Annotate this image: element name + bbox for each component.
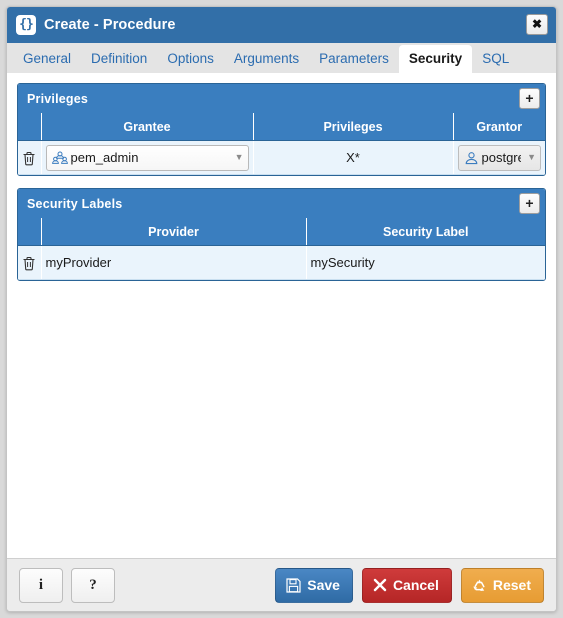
privileges-header-grantor: Grantor (453, 113, 545, 141)
close-icon (373, 578, 387, 592)
security-label-value[interactable]: mySecurity (306, 245, 545, 280)
save-icon (286, 577, 301, 593)
security-labels-header-provider: Provider (41, 218, 307, 246)
recycle-icon (472, 578, 487, 593)
grantee-select[interactable]: pem_admin ▼ (45, 144, 249, 171)
close-icon[interactable]: ✖ (526, 14, 548, 35)
trash-icon[interactable] (22, 256, 36, 271)
privileges-value[interactable]: X* (253, 140, 454, 175)
tab-arguments[interactable]: Arguments (224, 45, 309, 73)
delete-privilege-cell[interactable] (18, 140, 42, 175)
security-labels-header-delete (18, 218, 42, 246)
reset-button[interactable]: Reset (460, 567, 544, 603)
privileges-panel-header: Privileges + (18, 84, 545, 113)
reset-label: Reset (492, 577, 531, 593)
dialog-title: Create - Procedure (44, 17, 176, 33)
braces-icon: {} (16, 15, 36, 35)
tab-definition[interactable]: Definition (81, 45, 157, 73)
dialog-titlebar: {} Create - Procedure ✖ (7, 7, 556, 43)
security-labels-header-row: Provider Security Label (18, 218, 545, 246)
privileges-panel-title: Privileges (27, 91, 89, 106)
chevron-down-icon[interactable]: ▼ (521, 153, 536, 162)
tab-options[interactable]: Options (157, 45, 224, 73)
grantor-cell: postgres ▼ (453, 140, 545, 175)
security-tab-panel: Privileges + Grantee Privileges Grantor (7, 73, 556, 558)
security-labels-panel-header: Security Labels + (18, 189, 545, 218)
privileges-table: Grantee Privileges Grantor pem_admin ▼ X… (18, 113, 545, 175)
cancel-label: Cancel (392, 577, 439, 593)
security-labels-table: Provider Security Label myProvider mySec… (18, 218, 545, 280)
add-security-label-button[interactable]: + (519, 193, 540, 214)
info-button[interactable]: i (19, 567, 63, 603)
tab-sql[interactable]: SQL (472, 45, 519, 73)
tab-security[interactable]: Security (398, 45, 473, 73)
grantor-value: postgres (481, 150, 522, 165)
help-button[interactable]: ? (71, 567, 115, 603)
table-row: pem_admin ▼ X* postgr ▼ (18, 140, 545, 175)
save-button[interactable]: Save (275, 567, 353, 603)
tab-parameters[interactable]: Parameters (309, 45, 399, 73)
user-icon (464, 151, 479, 165)
chevron-down-icon[interactable]: ▼ (229, 153, 244, 162)
privileges-header-privileges: Privileges (253, 113, 454, 141)
provider-value[interactable]: myProvider (41, 245, 307, 280)
add-privilege-button[interactable]: + (519, 88, 540, 109)
dialog-footer: i ? Save Cancel Reset (7, 558, 556, 611)
save-label: Save (307, 577, 340, 593)
privileges-header-row: Grantee Privileges Grantor (18, 113, 545, 141)
privileges-header-grantee: Grantee (41, 113, 254, 141)
tab-bar: General Definition Options Arguments Par… (7, 43, 556, 73)
group-icon (51, 151, 68, 165)
security-labels-panel-title: Security Labels (27, 196, 123, 211)
cancel-button[interactable]: Cancel (361, 567, 452, 603)
privileges-panel: Privileges + Grantee Privileges Grantor (17, 83, 546, 176)
security-labels-header-label: Security Label (306, 218, 545, 246)
trash-icon[interactable] (22, 151, 36, 166)
create-procedure-dialog: {} Create - Procedure ✖ General Definiti… (6, 6, 557, 612)
delete-security-label-cell[interactable] (18, 245, 42, 280)
security-labels-panel: Security Labels + Provider Security Labe… (17, 188, 546, 281)
tab-general[interactable]: General (13, 45, 81, 73)
grantor-select[interactable]: postgres ▼ (457, 144, 541, 171)
privileges-header-delete (18, 113, 42, 141)
grantee-cell: pem_admin ▼ (41, 140, 254, 175)
table-row: myProvider mySecurity (18, 245, 545, 280)
grantee-value: pem_admin (70, 150, 139, 165)
